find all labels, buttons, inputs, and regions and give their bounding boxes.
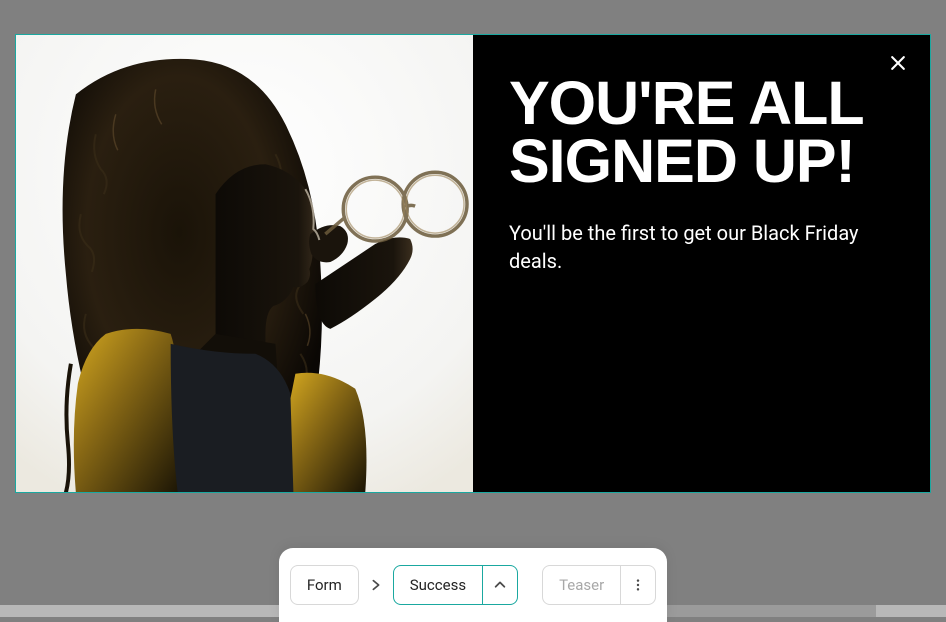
signup-success-modal: YOU'RE ALL SIGNED UP! You'll be the firs…	[15, 34, 931, 493]
modal-subtext: You'll be the first to get our Black Fri…	[509, 219, 879, 275]
step-success-expand-button[interactable]	[483, 565, 518, 605]
step-form-button[interactable]: Form	[290, 565, 359, 605]
close-button[interactable]	[884, 49, 912, 77]
step-form-label: Form	[307, 576, 342, 594]
step-toolbar: Form Success Teaser	[279, 548, 667, 622]
modal-hero-image	[16, 35, 473, 492]
modal-content-panel: YOU'RE ALL SIGNED UP! You'll be the firs…	[473, 35, 930, 492]
step-teaser-group: Teaser	[542, 565, 656, 605]
step-teaser-label: Teaser	[559, 576, 604, 594]
step-success-label: Success	[410, 576, 466, 594]
step-teaser-button[interactable]: Teaser	[542, 565, 621, 605]
close-icon	[888, 53, 908, 73]
step-success-button[interactable]: Success	[393, 565, 483, 605]
more-vertical-icon	[631, 578, 645, 592]
step-teaser-more-button[interactable]	[621, 565, 656, 605]
chevron-up-icon	[493, 578, 507, 592]
chevron-right-icon	[369, 577, 383, 593]
modal-headline: YOU'RE ALL SIGNED UP!	[509, 75, 882, 191]
step-success-group: Success	[393, 565, 518, 605]
